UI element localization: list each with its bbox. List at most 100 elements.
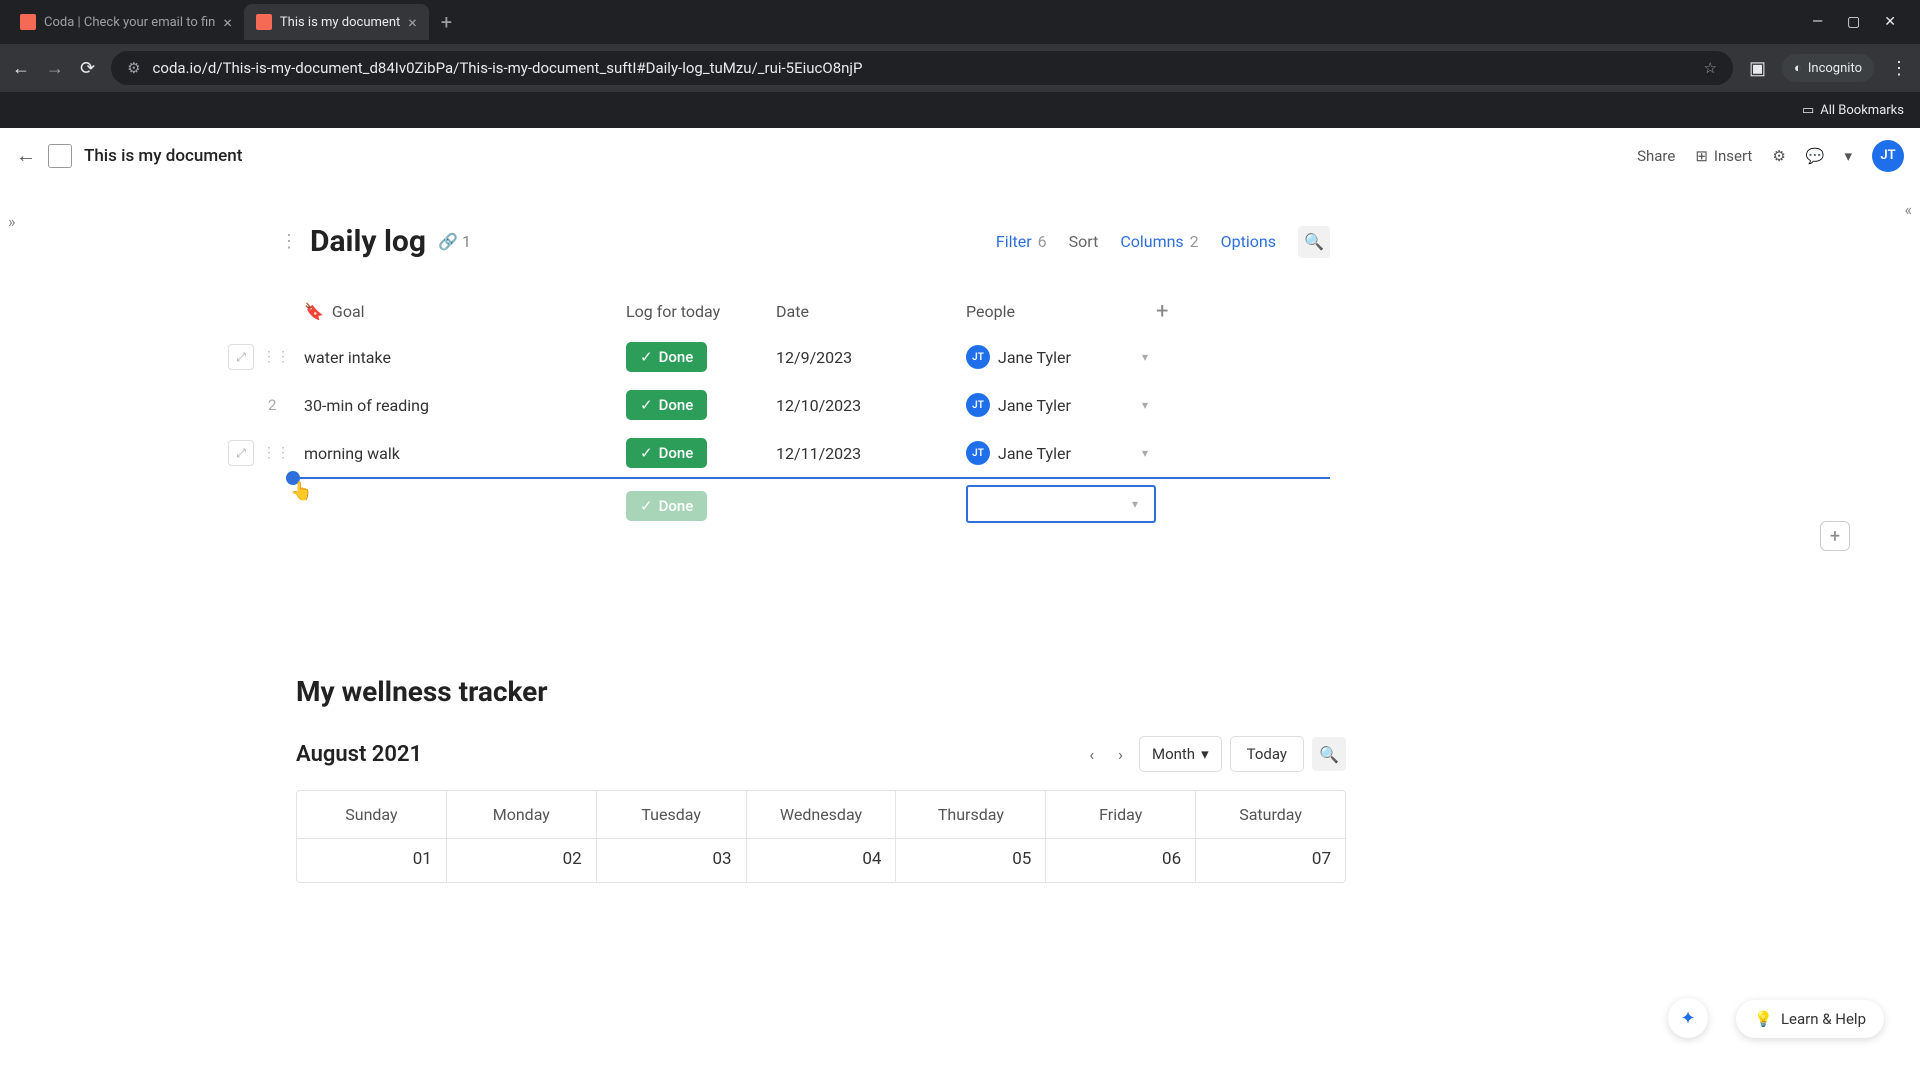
chevron-down-icon[interactable]: ▾: [1844, 147, 1852, 165]
col-header-people[interactable]: People: [966, 302, 1156, 321]
cell-goal[interactable]: 30-min of reading: [296, 396, 626, 415]
col-header-goal[interactable]: 🔖 Goal: [296, 302, 626, 321]
new-row[interactable]: 👆 ✓ Done ▾: [296, 477, 1330, 525]
chevron-down-icon[interactable]: ▾: [1132, 497, 1138, 511]
incognito-badge[interactable]: ◐ Incognito: [1782, 54, 1874, 82]
calendar-row: 01 02 03 04 05 06 07: [297, 838, 1345, 882]
add-column-button[interactable]: +: [1156, 299, 1168, 324]
cell-log[interactable]: ✓ Done: [626, 342, 776, 372]
comments-icon[interactable]: 💬: [1806, 147, 1825, 165]
doc-title[interactable]: This is my document: [84, 146, 242, 166]
calendar-cell[interactable]: 01: [297, 838, 447, 882]
row-prefix: ⤢ ⋮⋮: [228, 344, 290, 370]
calendar-search-icon[interactable]: 🔍: [1312, 737, 1346, 771]
cell-goal[interactable]: water intake: [296, 348, 626, 367]
close-icon[interactable]: ×: [408, 13, 417, 32]
cell-goal[interactable]: morning walk: [296, 444, 626, 463]
minimize-icon[interactable]: —: [1812, 14, 1823, 30]
person-avatar: JT: [966, 441, 990, 465]
browser-tab-0[interactable]: Coda | Check your email to fin ×: [8, 4, 244, 40]
columns-button[interactable]: Columns 2: [1120, 232, 1198, 251]
filter-button[interactable]: Filter 6: [996, 232, 1047, 251]
cell-log[interactable]: ✓ Done: [626, 483, 776, 521]
calendar-cell[interactable]: 07: [1196, 838, 1345, 882]
person-avatar: JT: [966, 345, 990, 369]
chevron-down-icon[interactable]: ▾: [1142, 350, 1148, 364]
forward-icon[interactable]: →: [46, 58, 64, 79]
people-select-active[interactable]: ▾: [966, 485, 1156, 523]
cell-date[interactable]: 12/11/2023: [776, 444, 966, 463]
day-head: Thursday: [896, 791, 1046, 838]
learn-help-button[interactable]: 💡 Learn & Help: [1736, 1000, 1884, 1038]
calendar-cell[interactable]: 02: [447, 838, 597, 882]
doc-back-icon[interactable]: ←: [16, 143, 36, 168]
cell-people[interactable]: JT Jane Tyler ▾: [966, 441, 1156, 465]
next-month-icon[interactable]: ›: [1110, 739, 1131, 770]
close-icon[interactable]: ×: [223, 13, 232, 32]
row-drag-icon[interactable]: ⋮⋮: [262, 349, 290, 365]
row-drag-icon[interactable]: ⋮⋮: [262, 445, 290, 461]
done-chip[interactable]: ✓ Done: [626, 438, 707, 468]
share-button[interactable]: Share: [1637, 147, 1675, 165]
back-icon[interactable]: ←: [12, 58, 30, 79]
done-chip-placeholder[interactable]: ✓ Done: [626, 491, 707, 521]
doc-icon[interactable]: [48, 144, 72, 168]
calendar-cell[interactable]: 03: [597, 838, 747, 882]
lightbulb-icon: 💡: [1754, 1010, 1773, 1028]
new-tab-button[interactable]: +: [429, 10, 464, 34]
chevron-down-icon[interactable]: ▾: [1142, 398, 1148, 412]
chevron-down-icon[interactable]: ▾: [1142, 446, 1148, 460]
drag-handle-icon[interactable]: ⋮: [280, 231, 298, 252]
cell-date[interactable]: 12/10/2023: [776, 396, 966, 415]
site-settings-icon[interactable]: ⚙: [127, 59, 140, 77]
daily-log-section: ⋮ Daily log 🔗 1 Filter 6 Sort Columns 2 …: [280, 224, 1330, 525]
menu-icon[interactable]: ⋮: [1890, 58, 1908, 79]
incognito-label: Incognito: [1808, 61, 1862, 76]
browser-tab-1[interactable]: This is my document ×: [244, 4, 429, 40]
check-icon: ✓: [640, 348, 653, 366]
gear-icon[interactable]: ⚙: [1772, 147, 1785, 165]
filter-count: 6: [1038, 232, 1047, 251]
cell-log[interactable]: ✓ Done: [626, 438, 776, 468]
person-name: Jane Tyler: [998, 444, 1071, 463]
sort-button[interactable]: Sort: [1069, 232, 1099, 251]
star-icon[interactable]: ☆: [1704, 59, 1717, 77]
window-controls: — ▢ ✕: [1812, 14, 1912, 30]
avatar[interactable]: JT: [1872, 140, 1904, 172]
cell-people[interactable]: JT Jane Tyler ▾: [966, 393, 1156, 417]
col-header-date[interactable]: Date: [776, 302, 966, 321]
table-row: ⤢ ⋮⋮ morning walk ✓ Done 12/11/2023 JT J…: [296, 429, 1330, 477]
person-name: Jane Tyler: [998, 348, 1071, 367]
cell-log[interactable]: ✓ Done: [626, 390, 776, 420]
view-select[interactable]: Month ▾: [1139, 736, 1222, 772]
all-bookmarks-link[interactable]: All Bookmarks: [1820, 103, 1904, 118]
calendar-cell[interactable]: 05: [896, 838, 1046, 882]
check-icon: ✓: [640, 497, 653, 515]
calendar-cell[interactable]: 04: [747, 838, 897, 882]
ai-assistant-button[interactable]: ✦: [1668, 998, 1708, 1038]
insert-button[interactable]: ⊞ Insert: [1695, 147, 1752, 165]
close-window-icon[interactable]: ✕: [1884, 14, 1896, 30]
link-badge[interactable]: 🔗 1: [438, 232, 471, 251]
search-icon[interactable]: 🔍: [1298, 226, 1330, 258]
today-button[interactable]: Today: [1230, 736, 1304, 772]
col-header-log[interactable]: Log for today: [626, 302, 776, 321]
calendar-cell[interactable]: 06: [1046, 838, 1196, 882]
done-chip[interactable]: ✓ Done: [626, 390, 707, 420]
calendar-controls: ‹ › Month ▾ Today 🔍: [1081, 736, 1346, 772]
url-bar[interactable]: ⚙ coda.io/d/This-is-my-document_d84Iv0Zi…: [111, 51, 1733, 85]
prev-month-icon[interactable]: ‹: [1081, 739, 1102, 770]
row-number: 2: [268, 396, 276, 414]
side-panel-icon[interactable]: ▣: [1749, 58, 1766, 79]
maximize-icon[interactable]: ▢: [1847, 14, 1860, 30]
done-chip[interactable]: ✓ Done: [626, 342, 707, 372]
bookmarks-bar: ▭ All Bookmarks: [0, 92, 1920, 128]
reload-icon[interactable]: ⟳: [80, 58, 95, 79]
expand-row-icon[interactable]: ⤢: [228, 344, 254, 370]
options-button[interactable]: Options: [1221, 232, 1276, 251]
expand-row-icon[interactable]: ⤢: [228, 440, 254, 466]
cell-people[interactable]: JT Jane Tyler ▾: [966, 345, 1156, 369]
cell-date[interactable]: 12/9/2023: [776, 348, 966, 367]
add-row-button[interactable]: +: [1820, 521, 1850, 551]
table-title[interactable]: Daily log: [310, 224, 426, 259]
